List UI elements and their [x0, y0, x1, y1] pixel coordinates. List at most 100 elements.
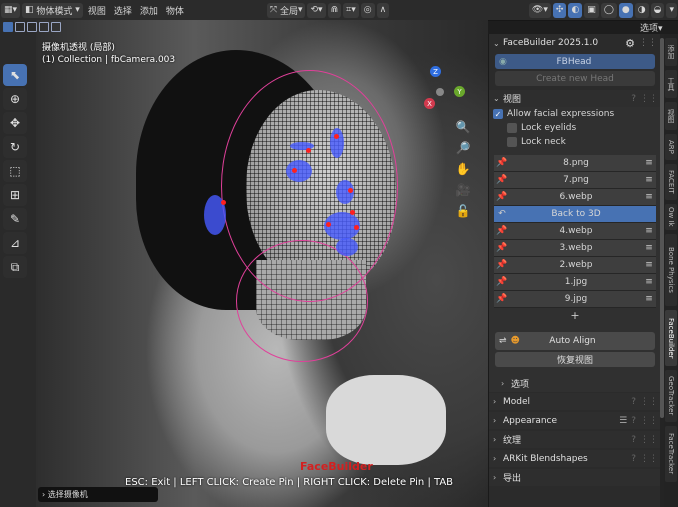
options-dropdown[interactable]: 选项▾ [640, 21, 663, 34]
back-to-3d-row[interactable]: ↶ Back to 3D [494, 206, 656, 223]
select-new-icon[interactable] [3, 22, 13, 32]
select-intersect-icon[interactable] [51, 22, 61, 32]
tab-faceit[interactable]: FACEIT [665, 164, 677, 200]
hamburger-icon[interactable]: ≡ [642, 277, 656, 287]
annotate-tool[interactable]: ✎ [3, 208, 27, 230]
menu-object[interactable]: 物体 [162, 2, 188, 18]
auto-align-button[interactable]: ⇌ ☻ Auto Align [495, 332, 655, 350]
pin-marker[interactable] [354, 225, 359, 230]
create-new-head-button[interactable]: Create new Head [495, 71, 655, 86]
snap-toggle[interactable]: ⋒ [327, 2, 342, 18]
select-subtract-icon[interactable] [27, 22, 37, 32]
pin-marker[interactable] [348, 188, 353, 193]
gizmo-y-icon[interactable]: Y [454, 86, 465, 97]
scale-tool[interactable]: ⬚ [3, 160, 27, 182]
hamburger-icon[interactable]: ≡ [642, 158, 656, 168]
tab-facebuilder[interactable]: FaceBuilder [665, 310, 677, 366]
options-subsection-header[interactable]: › 选项 [489, 375, 661, 392]
pin-icon[interactable]: 📌 [494, 260, 510, 270]
pin-icon[interactable]: 📌 [494, 226, 510, 236]
image-row[interactable]: 📌 2.webp ≡ [494, 257, 656, 274]
tab-tools[interactable]: 工具 [665, 70, 677, 98]
snap-settings[interactable]: ⌗ ▾ [343, 2, 359, 18]
help-icon[interactable]: ? [631, 454, 636, 464]
falloff-select[interactable]: ∧ [376, 2, 390, 18]
menu-view[interactable]: 视图 [84, 2, 110, 18]
zoom-in-icon[interactable]: 🔍 [454, 118, 472, 136]
help-icon[interactable]: ? [631, 416, 636, 426]
lock-eyelids-checkbox[interactable]: Lock eyelids [489, 121, 661, 135]
image-row[interactable]: 📌 6.webp ≡ [494, 189, 656, 206]
help-icon[interactable]: ? [631, 397, 636, 407]
image-row[interactable]: 📌 9.jpg ≡ [494, 291, 656, 308]
select-invert-icon[interactable] [39, 22, 49, 32]
pin-icon[interactable]: 📌 [494, 158, 510, 168]
pin-marker[interactable] [221, 200, 226, 205]
drag-handle-icon[interactable]: ⋮⋮ [639, 38, 657, 48]
shading-material[interactable]: ◑ [634, 2, 649, 18]
image-row[interactable]: 📌 8.png ≡ [494, 155, 656, 172]
view-section-header[interactable]: ⌄ 视图 ? ⋮⋮ [489, 90, 661, 107]
help-icon[interactable]: ? [631, 94, 636, 104]
transform-orientation-select[interactable]: ⤧ 全局 ▾ [266, 2, 306, 18]
pin-icon[interactable]: 📌 [494, 175, 510, 185]
gizmo-toggle[interactable]: ✣ [552, 2, 567, 18]
pin-marker[interactable] [292, 168, 297, 173]
restore-view-button[interactable]: 恢复视图 [495, 352, 655, 367]
menu-add[interactable]: 添加 [136, 2, 162, 18]
tab-ow-ik[interactable]: Ow Ik [665, 204, 677, 230]
shading-wireframe[interactable]: ◯ [600, 2, 617, 18]
rotate-tool[interactable]: ↻ [3, 136, 27, 158]
allow-facial-expressions-checkbox[interactable]: ✓ Allow facial expressions [489, 107, 661, 121]
hamburger-icon[interactable]: ≡ [642, 192, 656, 202]
transform-tool[interactable]: ⊞ [3, 184, 27, 206]
select-extend-icon[interactable] [15, 22, 25, 32]
overlay-toggle[interactable]: ◐ [568, 2, 583, 18]
image-row[interactable]: 📌 4.webp ≡ [494, 223, 656, 240]
shading-rendered[interactable]: ◒ [650, 2, 665, 18]
tab-facetracker[interactable]: FaceTracker [665, 426, 677, 482]
mode-select[interactable]: ◧ 物体模式 ▾ [22, 2, 83, 18]
gizmo-z-icon[interactable]: Z [430, 66, 441, 77]
gizmo-x-icon[interactable]: X [424, 98, 435, 109]
hamburger-icon[interactable]: ≡ [642, 175, 656, 185]
menu-select[interactable]: 选择 [110, 2, 136, 18]
zoom-out-icon[interactable]: 🔎 [454, 139, 472, 157]
tab-view[interactable]: 视图 [665, 102, 677, 130]
shading-solid[interactable]: ● [618, 2, 633, 18]
pin-icon[interactable]: 📌 [494, 294, 510, 304]
drag-handle-icon[interactable]: ⋮⋮ [640, 94, 658, 104]
image-row[interactable]: 📌 1.jpg ≡ [494, 274, 656, 291]
3d-viewport[interactable]: 摄像机透视 (局部) (1) Collection | fbCamera.003… [0, 20, 488, 507]
pin-marker[interactable] [326, 222, 331, 227]
pivot-select[interactable]: ⟲ ▾ [307, 2, 326, 18]
gear-icon[interactable]: ⚙ [625, 37, 635, 50]
chevron-down-icon[interactable]: ⌄ [493, 39, 503, 48]
hamburger-icon[interactable]: ≡ [642, 260, 656, 270]
cursor-tool[interactable]: ⊕ [3, 88, 27, 110]
select-tool[interactable]: ⬉ [3, 64, 27, 86]
export-section-header[interactable]: › 导出 [489, 469, 661, 486]
image-row[interactable]: 📌 3.webp ≡ [494, 240, 656, 257]
list-icon[interactable]: ☰ [619, 416, 627, 426]
hand-pan-icon[interactable]: ✋ [454, 160, 472, 178]
drag-handle-icon[interactable]: ⋮⋮ [640, 435, 658, 445]
editor-type-button[interactable]: ▦▾ [1, 2, 21, 18]
pin-icon[interactable]: 📌 [494, 243, 510, 253]
pin-marker[interactable] [306, 148, 311, 153]
measure-tool[interactable]: ⊿ [3, 232, 27, 254]
hamburger-icon[interactable]: ≡ [642, 226, 656, 236]
lock-icon[interactable]: 🔓 [454, 202, 472, 220]
pin-icon[interactable]: 📌 [494, 277, 510, 287]
appearance-section-header[interactable]: › Appearance ☰ ? ⋮⋮ [489, 412, 661, 429]
xray-toggle[interactable]: ▣ [584, 2, 599, 18]
help-icon[interactable]: ? [631, 435, 636, 445]
add-image-button[interactable]: + [489, 308, 661, 324]
proportional-edit-toggle[interactable]: ◎ [360, 2, 375, 18]
hamburger-icon[interactable]: ≡ [642, 294, 656, 304]
move-tool[interactable]: ✥ [3, 112, 27, 134]
pin-icon[interactable]: 📌 [494, 192, 510, 202]
drag-handle-icon[interactable]: ⋮⋮ [640, 397, 658, 407]
tab-bone-physics[interactable]: Bone Physics [665, 234, 677, 306]
tab-add[interactable]: 添加 [665, 38, 677, 66]
